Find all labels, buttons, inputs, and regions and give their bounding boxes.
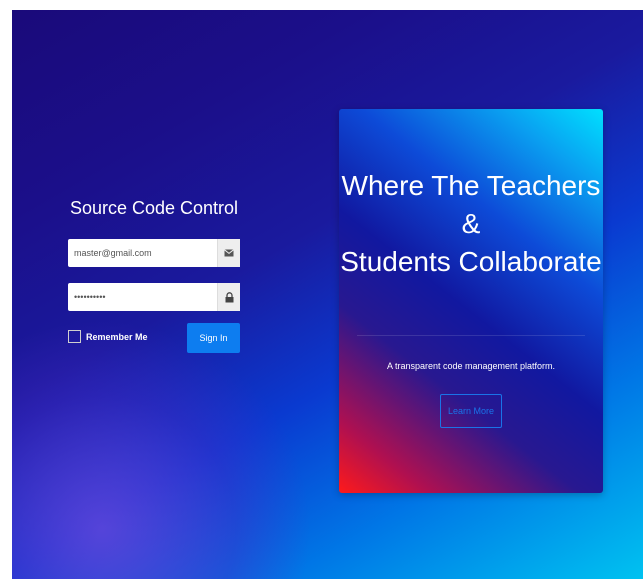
hero-card: Where The Teachers & Students Collaborat… <box>339 109 603 493</box>
hero-headline: Where The Teachers & Students Collaborat… <box>339 167 603 281</box>
remember-label: Remember Me <box>86 331 148 342</box>
hero-divider <box>357 335 585 336</box>
email-input[interactable] <box>68 239 217 267</box>
lock-icon <box>217 283 240 311</box>
sign-in-button[interactable]: Sign In <box>187 323 240 353</box>
remember-me[interactable]: Remember Me <box>68 330 148 343</box>
remember-checkbox[interactable] <box>68 330 81 343</box>
app-title: Source Code Control <box>69 198 239 218</box>
hero-line-2: & <box>461 208 481 239</box>
password-field[interactable] <box>68 283 240 311</box>
learn-more-button[interactable]: Learn More <box>440 394 502 428</box>
app-background: Source Code Control Remember Me Sign In … <box>12 10 643 579</box>
envelope-icon <box>217 239 240 267</box>
password-input[interactable] <box>68 283 217 311</box>
email-field[interactable] <box>68 239 240 267</box>
hero-tagline: A transparent code management platform. <box>386 361 556 371</box>
hero-line-1: Where The Teachers <box>341 170 601 201</box>
hero-line-3: Students Collaborate <box>340 246 602 277</box>
